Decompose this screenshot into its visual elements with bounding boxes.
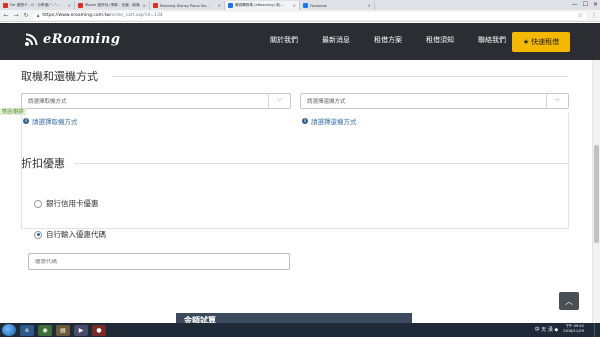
radio-circle-checked[interactable] xyxy=(34,230,42,239)
tab-favicon-icon xyxy=(228,3,233,8)
reload-icon[interactable]: ↻ xyxy=(23,12,29,19)
site-logo[interactable]: eRoaming xyxy=(24,32,120,47)
tab-label: Relaxing Disney Piano Mu... xyxy=(160,3,210,8)
browser-tab-strip: For 禮物卡 - G · 分享禮(^-^... × iRoam 遊好玩 (季節… xyxy=(0,0,600,10)
logo-text: eRoaming xyxy=(43,32,121,47)
nav-news[interactable]: 最新消息 xyxy=(310,35,362,45)
nav-about[interactable]: 關於我們 xyxy=(258,35,310,45)
tab-close-icon[interactable]: × xyxy=(293,3,296,8)
discount-panel xyxy=(21,113,569,229)
tab-favicon-icon xyxy=(3,3,8,8)
vertical-scrollbar[interactable] xyxy=(592,60,600,323)
chevron-down-icon: ﹀ xyxy=(268,94,290,108)
nav-rental-notes[interactable]: 租借須知 xyxy=(414,35,466,45)
tab-label: 確認購物車 (eRoaming) 租... xyxy=(235,3,284,7)
tab-favicon-icon xyxy=(153,3,158,8)
tab-close-icon[interactable]: × xyxy=(143,3,146,8)
pickup-method-select[interactable]: 請選擇取機方式 ﹀ xyxy=(21,93,291,109)
nav-plans[interactable]: 租借方案 xyxy=(362,35,414,45)
ime-indicator[interactable]: 中 天 漢 ◆ xyxy=(535,326,559,333)
tab-favicon-icon xyxy=(78,3,83,8)
browser-tab[interactable]: For 禮物卡 - G · 分享禮(^-^... × xyxy=(0,1,75,10)
browser-tab[interactable]: Facebook × xyxy=(300,1,375,10)
coupon-code-field[interactable] xyxy=(28,253,290,270)
quick-rent-button[interactable]: ★ 快速租借 xyxy=(512,32,570,52)
tab-close-icon[interactable]: × xyxy=(68,3,71,8)
tab-label: iRoam 遊好玩 (季節 - 全國 - 機場... xyxy=(85,3,141,7)
show-desktop-button[interactable] xyxy=(594,323,600,337)
browser-menu-icon[interactable]: ⋮ xyxy=(591,12,597,19)
star-icon: ★ xyxy=(522,38,530,46)
clock-date: 2018/11/29 xyxy=(563,329,584,333)
back-to-top-button[interactable]: ︿ xyxy=(559,292,579,310)
title-divider xyxy=(112,76,568,77)
coupon-code-input[interactable] xyxy=(29,258,289,265)
explorer-icon[interactable]: ▤ xyxy=(56,324,70,336)
back-arrow-icon[interactable]: ← xyxy=(3,12,9,19)
address-bar: ← → ↻ 🔒︎ https://www.eroaming.com.tw/ord… xyxy=(0,10,600,22)
return-method-placeholder: 請選擇還機方式 xyxy=(307,99,346,105)
maximize-icon[interactable]: ☐ xyxy=(583,1,588,8)
media-icon[interactable]: ▶ xyxy=(74,324,88,336)
chrome-icon[interactable]: ◉ xyxy=(38,324,52,336)
main-nav: 關於我們 最新消息 租借方案 租借須知 聯絡我們 xyxy=(258,35,518,45)
bookmark-star-icon[interactable]: ☆ xyxy=(578,12,583,19)
tab-favicon-icon xyxy=(303,3,308,8)
forward-arrow-icon[interactable]: → xyxy=(13,12,19,19)
url-field[interactable]: 🔒︎ https://www.eroaming.com.tw/order_car… xyxy=(33,11,587,20)
scrollbar-thumb[interactable] xyxy=(594,145,599,243)
tab-close-icon[interactable]: × xyxy=(368,3,371,8)
radio-coupon-code-label: 自行輸入優惠代碼 xyxy=(46,230,106,239)
app-icon[interactable]: ● xyxy=(92,324,106,336)
radio-circle[interactable] xyxy=(34,199,42,208)
radio-bank-card-label: 銀行信用卡優惠 xyxy=(46,199,99,208)
return-method-select[interactable]: 請選擇還機方式 ﹀ xyxy=(300,93,569,109)
clock[interactable]: 下午 09:42 2018/11/29 xyxy=(563,324,584,334)
pickup-section-title: 取機和還機方式 xyxy=(21,70,98,83)
close-window-icon[interactable]: ✕ xyxy=(593,1,598,8)
screen: For 禮物卡 - G · 分享禮(^-^... × iRoam 遊好玩 (季節… xyxy=(0,0,600,337)
ie-icon[interactable]: e xyxy=(20,324,34,336)
quick-rent-label: 快速租借 xyxy=(531,38,560,46)
tab-label: For 禮物卡 - G · 分享禮(^-^... xyxy=(10,3,61,7)
tab-close-icon[interactable]: × xyxy=(218,3,221,8)
browser-tab[interactable]: Relaxing Disney Piano Mu... × xyxy=(150,1,225,10)
nav-contact[interactable]: 聯絡我們 xyxy=(466,35,518,45)
url-text: https://www.eroaming.com.tw/order_cart.a… xyxy=(42,13,163,18)
window-controls: — ☐ ✕ xyxy=(572,0,598,9)
radio-bank-card[interactable]: 銀行信用卡優惠 xyxy=(34,198,99,209)
wifi-logo-icon xyxy=(25,33,38,46)
chevron-up-icon: ︿ xyxy=(565,296,573,306)
browser-tab-active[interactable]: 確認購物車 (eRoaming) 租... × xyxy=(225,1,300,10)
start-button[interactable] xyxy=(2,324,16,336)
browser-tab[interactable]: iRoam 遊好玩 (季節 - 全國 - 機場... × xyxy=(75,1,150,10)
pickup-method-placeholder: 請選擇取機方式 xyxy=(28,99,67,105)
site-header: eRoaming 關於我們 最新消息 租借方案 租借須知 聯絡我們 ★ 快速租借 xyxy=(0,23,600,60)
lock-icon: 🔒︎ xyxy=(37,13,40,19)
tab-label: Facebook xyxy=(310,3,327,8)
radio-coupon-code[interactable]: 自行輸入優惠代碼 xyxy=(34,229,106,240)
minimize-icon[interactable]: — xyxy=(572,1,578,8)
taskbar: e ◉ ▤ ▶ ● 中 天 漢 ◆ 下午 09:42 2018/11/29 xyxy=(0,323,600,337)
system-tray: 中 天 漢 ◆ 下午 09:42 2018/11/29 xyxy=(535,324,584,334)
chevron-down-icon: ﹀ xyxy=(546,94,568,108)
